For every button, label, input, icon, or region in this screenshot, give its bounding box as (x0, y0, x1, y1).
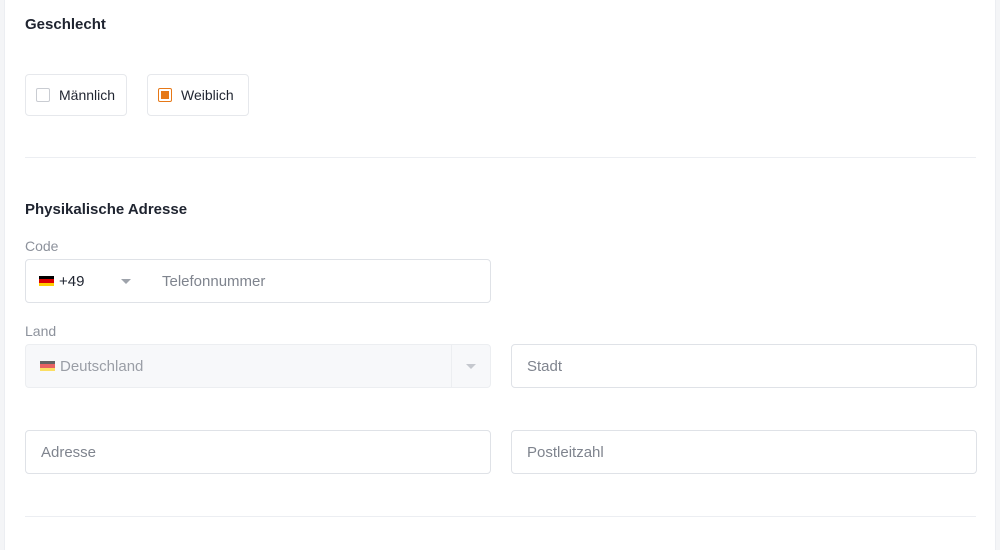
phone-field: +49 Telefonnummer (25, 259, 491, 303)
female-label: Weiblich (181, 87, 234, 103)
male-label: Männlich (59, 87, 116, 103)
caret-down-icon (466, 363, 476, 369)
form-card: Geschlecht Männlich Weiblich Physikalisc… (4, 0, 996, 550)
section-divider (25, 157, 976, 158)
gender-option-female[interactable]: Weiblich (147, 74, 249, 116)
city-input[interactable]: Stadt (512, 358, 562, 375)
dial-code-value: +49 (59, 272, 85, 290)
caret-down-icon[interactable] (121, 278, 131, 284)
female-checkbox[interactable] (158, 88, 172, 102)
germany-flag-icon (40, 361, 55, 371)
dial-code-select[interactable]: +49 (26, 273, 131, 290)
phone-input[interactable]: Telefonnummer (131, 273, 265, 290)
country-label: Land (25, 323, 57, 339)
street-field[interactable]: Adresse (25, 430, 491, 474)
postal-input[interactable]: Postleitzahl (512, 444, 604, 461)
city-field[interactable]: Stadt (511, 344, 977, 388)
male-checkbox[interactable] (36, 88, 50, 102)
country-dropdown-toggle[interactable] (451, 344, 490, 388)
gender-option-male[interactable]: Männlich (25, 74, 127, 116)
country-value: Deutschland (60, 357, 144, 375)
code-label: Code (25, 238, 59, 254)
address-section-title: Physikalische Adresse (25, 201, 188, 218)
germany-flag-icon (39, 276, 54, 286)
country-select[interactable]: Deutschland (25, 344, 491, 388)
section-divider (25, 516, 976, 517)
checkbox-checked-mark (161, 91, 169, 99)
gender-section-title: Geschlecht (25, 16, 106, 33)
street-input[interactable]: Adresse (26, 444, 96, 461)
postal-field[interactable]: Postleitzahl (511, 430, 977, 474)
